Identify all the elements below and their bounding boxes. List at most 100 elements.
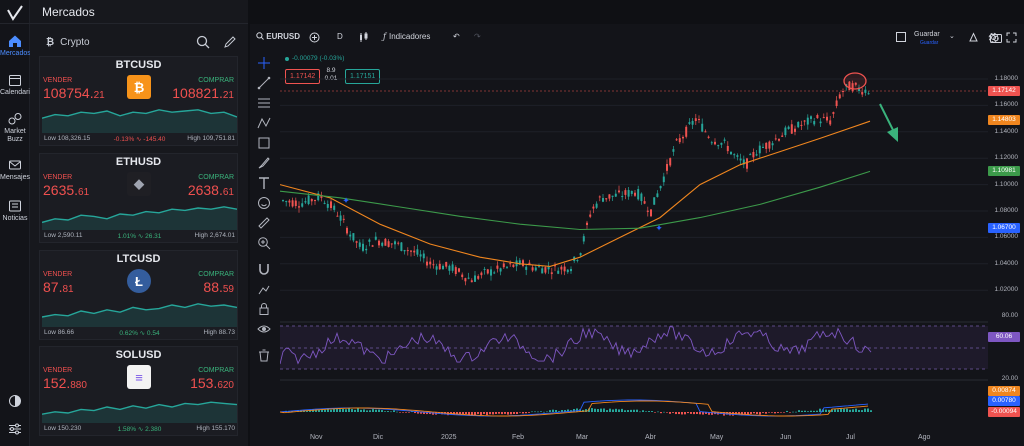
macd-hist-bar [642, 410, 644, 412]
macd-hist-bar [405, 412, 407, 413]
market-card-btcusd[interactable]: BTCUSD VENDER COMPRAR 108754.21 108821.2… [39, 56, 238, 146]
candle-body [323, 202, 326, 204]
magnet-icon[interactable] [257, 262, 271, 276]
candle-body [595, 203, 598, 208]
macd-hist-bar [765, 412, 767, 414]
fullscreen-button[interactable] [1006, 32, 1017, 45]
buy-price-button[interactable]: 153.620 [190, 375, 234, 391]
cross-price-tag: 1.06700 [988, 223, 1020, 233]
panel-tools [196, 35, 237, 52]
rsi-value-tag: 60.06 [988, 332, 1020, 342]
macd-hist-bar [594, 408, 596, 412]
sell-label: VENDER [43, 271, 73, 278]
macd-hist-bar [672, 412, 674, 413]
candle-body [698, 119, 700, 121]
candle-body [640, 193, 643, 202]
market-card-ethusd[interactable]: ETHUSD VENDER COMPRAR 2635.61 2638.61 ◆ … [39, 153, 238, 243]
high-value: High 155.170 [196, 425, 235, 432]
macd-hist-bar [750, 412, 752, 414]
fib-icon[interactable] [257, 96, 271, 110]
ruler-icon[interactable] [257, 216, 271, 230]
theme-toggle[interactable] [0, 394, 30, 411]
rail-item-label: Noticias [2, 215, 28, 222]
candle-body [451, 264, 454, 271]
macd-hist-bar [624, 410, 626, 412]
macd-hist-tag: -0.00094 [988, 407, 1020, 417]
text-icon[interactable] [257, 176, 271, 190]
macd-hist-bar [849, 409, 851, 412]
crosshair-icon[interactable] [257, 56, 271, 70]
macd-hist-bar [633, 409, 635, 412]
sell-price-button[interactable]: 152.880 [43, 375, 87, 391]
buy-price-button[interactable]: 88.59 [203, 279, 234, 295]
buy-price-button[interactable]: 2638.61 [188, 182, 234, 198]
market-card-ltcusd[interactable]: LTCUSD VENDER COMPRAR 87.81 88.59 Ł Low … [39, 250, 238, 340]
pattern-icon[interactable] [257, 116, 271, 130]
snapshot-button[interactable] [990, 32, 1002, 45]
candle-body [378, 240, 380, 246]
sparkline [42, 303, 237, 327]
brand-logo-icon[interactable] [6, 4, 24, 22]
coin-glyph: ≡ [135, 369, 143, 385]
macd-hist-bar [684, 412, 686, 415]
candle-body [701, 123, 704, 132]
search-icon[interactable] [196, 35, 210, 49]
mail-icon [9, 160, 21, 170]
candle-body [669, 158, 672, 166]
price-chart[interactable]: ✦✦ [280, 24, 988, 434]
macd-hist-bar [516, 412, 518, 415]
category-tab-crypto[interactable]: ₿ Crypto [46, 37, 90, 48]
edit-icon[interactable] [223, 35, 237, 49]
zoom-icon[interactable] [257, 236, 271, 250]
emoji-icon[interactable] [257, 196, 271, 210]
rail-item-noticias[interactable]: Noticias [0, 199, 30, 223]
rail-item-calendario[interactable]: Calendario [0, 73, 34, 97]
candle-body [566, 269, 569, 273]
candle-body [803, 120, 806, 122]
macd-hist-bar [693, 412, 695, 415]
sell-price-button[interactable]: 87.81 [43, 279, 74, 295]
rail-item-market-buzz[interactable]: Market Buzz [0, 112, 30, 144]
measure-icon[interactable] [257, 136, 271, 150]
time-axis-label: Mar [576, 434, 589, 441]
candle-body [550, 272, 553, 275]
card-symbol: ETHUSD [115, 156, 162, 168]
candle-body [464, 278, 467, 282]
macd-hist-bar [363, 409, 365, 412]
settings-button[interactable] [0, 422, 30, 439]
time-axis-label: Nov [310, 434, 323, 441]
rail-item-mensajes[interactable]: Mensajes [0, 158, 30, 182]
market-card-solusd[interactable]: SOLUSD VENDER COMPRAR 152.880 153.620 ≡ … [39, 346, 238, 436]
macd-signal-tag: 0.00780 [988, 396, 1020, 406]
macd-hist-bar [792, 411, 794, 413]
buy-price-main: 88. [203, 279, 223, 295]
rail-item-label: Market Buzz [4, 128, 26, 143]
rsi-axis-label: 80.00 [1001, 312, 1018, 319]
candle-body [538, 266, 540, 268]
trendline-icon[interactable] [257, 76, 271, 90]
brush-icon[interactable] [257, 156, 271, 170]
macd-hist-bar [555, 409, 557, 412]
sell-price-button[interactable]: 108754.21 [43, 85, 105, 101]
candle-body [826, 116, 828, 121]
candle-body [349, 234, 352, 237]
candle-body [544, 267, 547, 273]
sell-price-button[interactable]: 2635.61 [43, 182, 89, 198]
macd-hist-bar [804, 410, 806, 412]
candle-body [384, 238, 387, 246]
price-axis-label: 1.12000 [994, 154, 1019, 162]
candle-body [307, 195, 310, 205]
buy-price-button[interactable]: 108821.21 [172, 85, 234, 101]
candle-body [835, 100, 838, 106]
macd-hist-bar [609, 408, 611, 412]
trash-icon[interactable] [257, 348, 271, 362]
eye-icon[interactable] [257, 322, 271, 336]
macd-hist-bar [354, 409, 356, 412]
candle-body [758, 145, 761, 154]
rail-item-mercados[interactable]: Mercados [0, 34, 31, 58]
candle-body [355, 241, 358, 243]
macd-hist-bar [678, 412, 680, 415]
sell-price-decimals: 61 [78, 187, 90, 198]
lock-icon[interactable] [257, 302, 271, 316]
lock-draw-icon[interactable] [257, 282, 271, 296]
